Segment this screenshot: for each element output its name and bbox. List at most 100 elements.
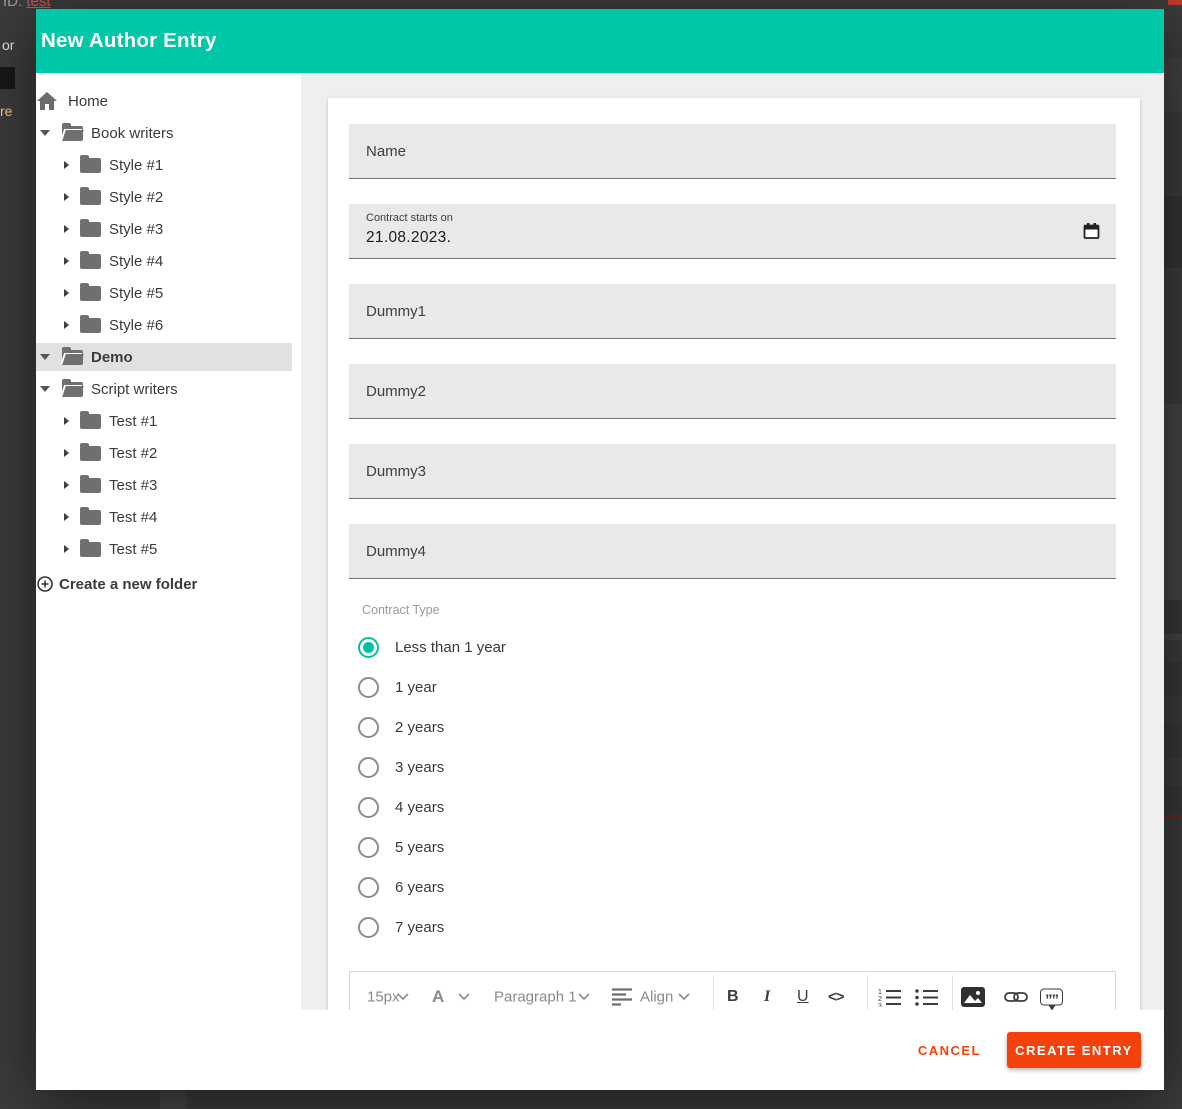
name-field[interactable] [349, 124, 1116, 179]
dummy4-field[interactable] [349, 524, 1116, 579]
chevron-expanded-icon[interactable] [40, 354, 50, 360]
screen: ID: test or re New Author Entry Home Boo… [0, 0, 1182, 1109]
paragraph-style-dropdown[interactable]: Paragraph 1 [494, 989, 577, 1006]
chevron-down-icon[interactable] [397, 993, 409, 1001]
chevron-collapsed-icon[interactable] [64, 449, 69, 457]
radio-option-4-years[interactable]: 4 years [358, 797, 444, 818]
rich-text-editor-toolbar: 15px A Paragraph 1 Align B I U <> [349, 971, 1116, 1010]
sidebar-item-label: Style #5 [109, 285, 163, 302]
chevron-down-icon[interactable] [578, 993, 590, 1001]
code-view-button[interactable]: <> [828, 989, 844, 1006]
folder-tree-sidebar: Home Book writers Style #1 Style #2 Sty [36, 73, 301, 1010]
chevron-collapsed-icon[interactable] [64, 321, 69, 329]
chevron-down-icon[interactable] [678, 993, 690, 1001]
sidebar-folder-book-writers[interactable]: Book writers [36, 119, 292, 147]
radio-option-label: Less than 1 year [395, 639, 506, 656]
chevron-collapsed-icon[interactable] [64, 481, 69, 489]
radio-option-label: 2 years [395, 719, 444, 736]
text-color-dropdown[interactable]: A [432, 987, 444, 1007]
radio-option-1-year[interactable]: 1 year [358, 677, 437, 698]
radio-icon[interactable] [358, 877, 379, 898]
folder-icon [80, 414, 101, 429]
radio-selected-icon[interactable] [358, 637, 379, 658]
contract-starts-on-date-field[interactable]: Contract starts on 21.08.2023. [349, 204, 1116, 259]
chevron-collapsed-icon[interactable] [64, 193, 69, 201]
dummy1-field[interactable] [349, 284, 1116, 339]
radio-icon[interactable] [358, 917, 379, 938]
folder-icon [80, 446, 101, 461]
sidebar-folder-style-4[interactable]: Style #4 [36, 247, 292, 275]
radio-icon[interactable] [358, 797, 379, 818]
dialog-title: New Author Entry [41, 29, 217, 53]
chevron-expanded-icon[interactable] [40, 386, 50, 392]
align-dropdown[interactable]: Align [640, 989, 673, 1006]
sidebar-item-label: Script writers [91, 381, 178, 398]
radio-option-less-than-1-year[interactable]: Less than 1 year [358, 637, 506, 658]
align-icon[interactable] [612, 988, 632, 1007]
italic-button[interactable]: I [764, 988, 770, 1006]
chevron-collapsed-icon[interactable] [64, 289, 69, 297]
sidebar-folder-script-writers[interactable]: Script writers [36, 375, 292, 403]
chevron-collapsed-icon[interactable] [64, 545, 69, 553]
radio-option-label: 5 years [395, 839, 444, 856]
ordered-list-button[interactable]: 1 2 3 [878, 987, 901, 1007]
sidebar-folder-test-2[interactable]: Test #2 [36, 439, 292, 467]
sidebar-item-label: Style #1 [109, 157, 163, 174]
chevron-collapsed-icon[interactable] [64, 225, 69, 233]
chevron-down-icon[interactable] [458, 993, 470, 1001]
date-field-value: 21.08.2023. [366, 229, 451, 247]
insert-link-button[interactable] [1004, 990, 1028, 1004]
sidebar-item-label: Style #3 [109, 221, 163, 238]
sidebar-folder-test-3[interactable]: Test #3 [36, 471, 292, 499]
chevron-collapsed-icon[interactable] [64, 161, 69, 169]
underline-button[interactable]: U [797, 988, 809, 1006]
radio-option-5-years[interactable]: 5 years [358, 837, 444, 858]
create-new-folder-button[interactable]: Create a new folder [36, 570, 292, 598]
sidebar-folder-style-3[interactable]: Style #3 [36, 215, 292, 243]
radio-option-6-years[interactable]: 6 years [358, 877, 444, 898]
chevron-collapsed-icon[interactable] [64, 257, 69, 265]
toolbar-separator [952, 975, 953, 1010]
sidebar-folder-demo-selected[interactable]: Demo [36, 343, 292, 371]
home-icon [37, 92, 57, 110]
radio-option-7-years[interactable]: 7 years [358, 917, 444, 938]
create-entry-button[interactable]: CREATE ENTRY [1007, 1032, 1141, 1068]
radio-option-2-years[interactable]: 2 years [358, 717, 444, 738]
background-text-fragment: or [2, 37, 14, 53]
calendar-icon[interactable] [1083, 223, 1100, 240]
circle-plus-icon [37, 576, 53, 592]
sidebar-folder-style-5[interactable]: Style #5 [36, 279, 292, 307]
chevron-collapsed-icon[interactable] [64, 513, 69, 521]
radio-option-label: 3 years [395, 759, 444, 776]
sidebar-folder-test-4[interactable]: Test #4 [36, 503, 292, 531]
radio-option-3-years[interactable]: 3 years [358, 757, 444, 778]
cancel-button[interactable]: CANCEL [918, 1043, 981, 1058]
background-block [160, 1091, 187, 1109]
create-new-folder-label: Create a new folder [59, 576, 197, 593]
sidebar-folder-style-2[interactable]: Style #2 [36, 183, 292, 211]
dummy3-field[interactable] [349, 444, 1116, 499]
folder-icon [80, 158, 101, 173]
radio-icon[interactable] [358, 837, 379, 858]
unordered-list-button[interactable] [915, 987, 938, 1007]
sidebar-folder-test-1[interactable]: Test #1 [36, 407, 292, 435]
folder-open-icon [62, 126, 83, 141]
sidebar-folder-style-1[interactable]: Style #1 [36, 151, 292, 179]
background-text-fragment: re [0, 103, 12, 119]
chevron-expanded-icon[interactable] [40, 130, 50, 136]
insert-quote-button[interactable]: ”” [1040, 989, 1063, 1006]
insert-image-button[interactable] [960, 986, 986, 1008]
sidebar-folder-test-5[interactable]: Test #5 [36, 535, 292, 563]
radio-icon[interactable] [358, 677, 379, 698]
radio-icon[interactable] [358, 717, 379, 738]
sidebar-folder-style-6[interactable]: Style #6 [36, 311, 292, 339]
radio-icon[interactable] [358, 757, 379, 778]
font-size-dropdown[interactable]: 15px [367, 989, 400, 1006]
bold-button[interactable]: B [727, 988, 739, 1006]
folder-open-icon [62, 350, 83, 365]
folder-icon [80, 190, 101, 205]
sidebar-item-label: Test #1 [109, 413, 157, 430]
chevron-collapsed-icon[interactable] [64, 417, 69, 425]
dummy2-field[interactable] [349, 364, 1116, 419]
sidebar-item-home[interactable]: Home [36, 87, 292, 115]
